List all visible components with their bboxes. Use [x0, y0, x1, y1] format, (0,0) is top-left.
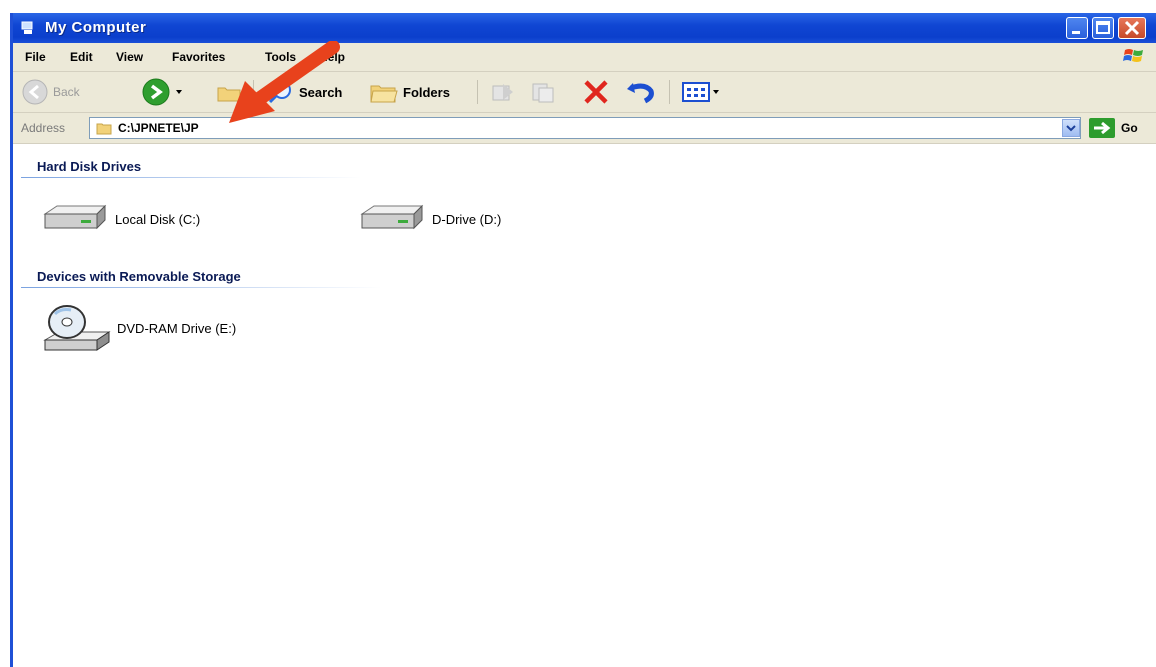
- delete-icon: [584, 80, 608, 104]
- menu-favorites[interactable]: Favorites: [172, 50, 225, 64]
- drive-label: DVD-RAM Drive (E:): [117, 320, 237, 336]
- title-bar[interactable]: My Computer: [13, 13, 1156, 43]
- menu-edit[interactable]: Edit: [70, 50, 93, 64]
- drive-label: D-Drive (D:): [432, 211, 502, 227]
- drive-label: Local Disk (C:): [115, 211, 201, 227]
- back-arrow-icon: [22, 79, 48, 105]
- copy-to-button[interactable]: [529, 76, 557, 108]
- go-button[interactable]: [1089, 118, 1115, 138]
- address-label: Address: [21, 121, 66, 135]
- hard-disk-icon: [360, 204, 424, 230]
- drive-local-disk-c[interactable]: Local Disk (C:): [41, 202, 200, 236]
- windows-logo-icon: [1123, 49, 1143, 62]
- up-folder-button[interactable]: [215, 76, 243, 108]
- address-bar: Address C:\JPNETE\JP: [13, 113, 1156, 144]
- menu-tools[interactable]: Tools: [265, 50, 296, 64]
- folder-content: Hard Disk Drives Local Disk (C:) D-Drive…: [13, 144, 1156, 667]
- search-label: Search: [299, 84, 343, 100]
- dvd-drive-icon: [43, 305, 111, 351]
- folder-icon: [96, 123, 112, 135]
- hard-disk-icon: [43, 204, 107, 230]
- back-button[interactable]: Back: [21, 76, 80, 108]
- go-arrow-icon: [1094, 121, 1111, 135]
- close-button[interactable]: [1118, 17, 1146, 39]
- drive-dvd-ram-e[interactable]: DVD-RAM Drive (E:): [41, 300, 236, 356]
- minimize-button[interactable]: [1066, 17, 1088, 39]
- address-value: C:\JPNETE\JP: [118, 121, 199, 135]
- move-to-button[interactable]: [489, 76, 517, 108]
- forward-button[interactable]: [141, 76, 187, 108]
- undo-button[interactable]: [625, 76, 657, 108]
- dropdown-arrow-icon: [176, 90, 182, 94]
- address-input[interactable]: C:\JPNETE\JP: [89, 117, 1081, 139]
- maximize-button[interactable]: [1092, 17, 1114, 39]
- drive-d-drive[interactable]: D-Drive (D:): [358, 202, 501, 236]
- search-button[interactable]: Search: [267, 76, 342, 108]
- go-label[interactable]: Go: [1121, 121, 1138, 135]
- menu-view[interactable]: View: [116, 50, 143, 64]
- minimize-icon: [1072, 31, 1080, 34]
- forward-arrow-icon: [142, 78, 170, 106]
- toolbar-separator: [477, 80, 478, 104]
- menu-help[interactable]: Help: [319, 50, 345, 64]
- computer-icon: [21, 21, 33, 34]
- folders-icon: [370, 85, 398, 103]
- group-header-hard-disk-drives: Hard Disk Drives: [37, 159, 142, 174]
- group-header-removable-storage: Devices with Removable Storage: [37, 269, 241, 284]
- back-label: Back: [53, 85, 80, 99]
- maximize-icon: [1096, 21, 1110, 34]
- views-button[interactable]: [681, 76, 721, 108]
- folders-button[interactable]: Folders: [369, 76, 450, 108]
- undo-icon: [627, 83, 654, 104]
- views-icon: [682, 82, 710, 102]
- menu-file[interactable]: File: [25, 50, 46, 64]
- move-to-icon: [492, 84, 513, 101]
- search-icon: [268, 81, 291, 104]
- folders-label: Folders: [403, 84, 450, 100]
- delete-button[interactable]: [581, 76, 611, 108]
- copy-to-icon: [532, 83, 554, 103]
- toolbar-separator: [253, 80, 254, 104]
- dropdown-arrow-icon: [713, 90, 719, 94]
- standard-toolbar: Back Search Folders: [13, 72, 1156, 113]
- chevron-down-icon: [1066, 125, 1076, 132]
- group-divider: [21, 177, 361, 178]
- toolbar-separator: [669, 80, 670, 104]
- close-icon: [1124, 20, 1140, 36]
- address-dropdown-button[interactable]: [1062, 119, 1080, 137]
- group-divider: [21, 287, 381, 288]
- window-title: My Computer: [45, 19, 147, 36]
- menu-bar: File Edit View Favorites Tools Help: [13, 43, 1156, 72]
- up-folder-icon: [217, 87, 241, 102]
- my-computer-window: My Computer File Edit View Favorites Too…: [10, 13, 1156, 667]
